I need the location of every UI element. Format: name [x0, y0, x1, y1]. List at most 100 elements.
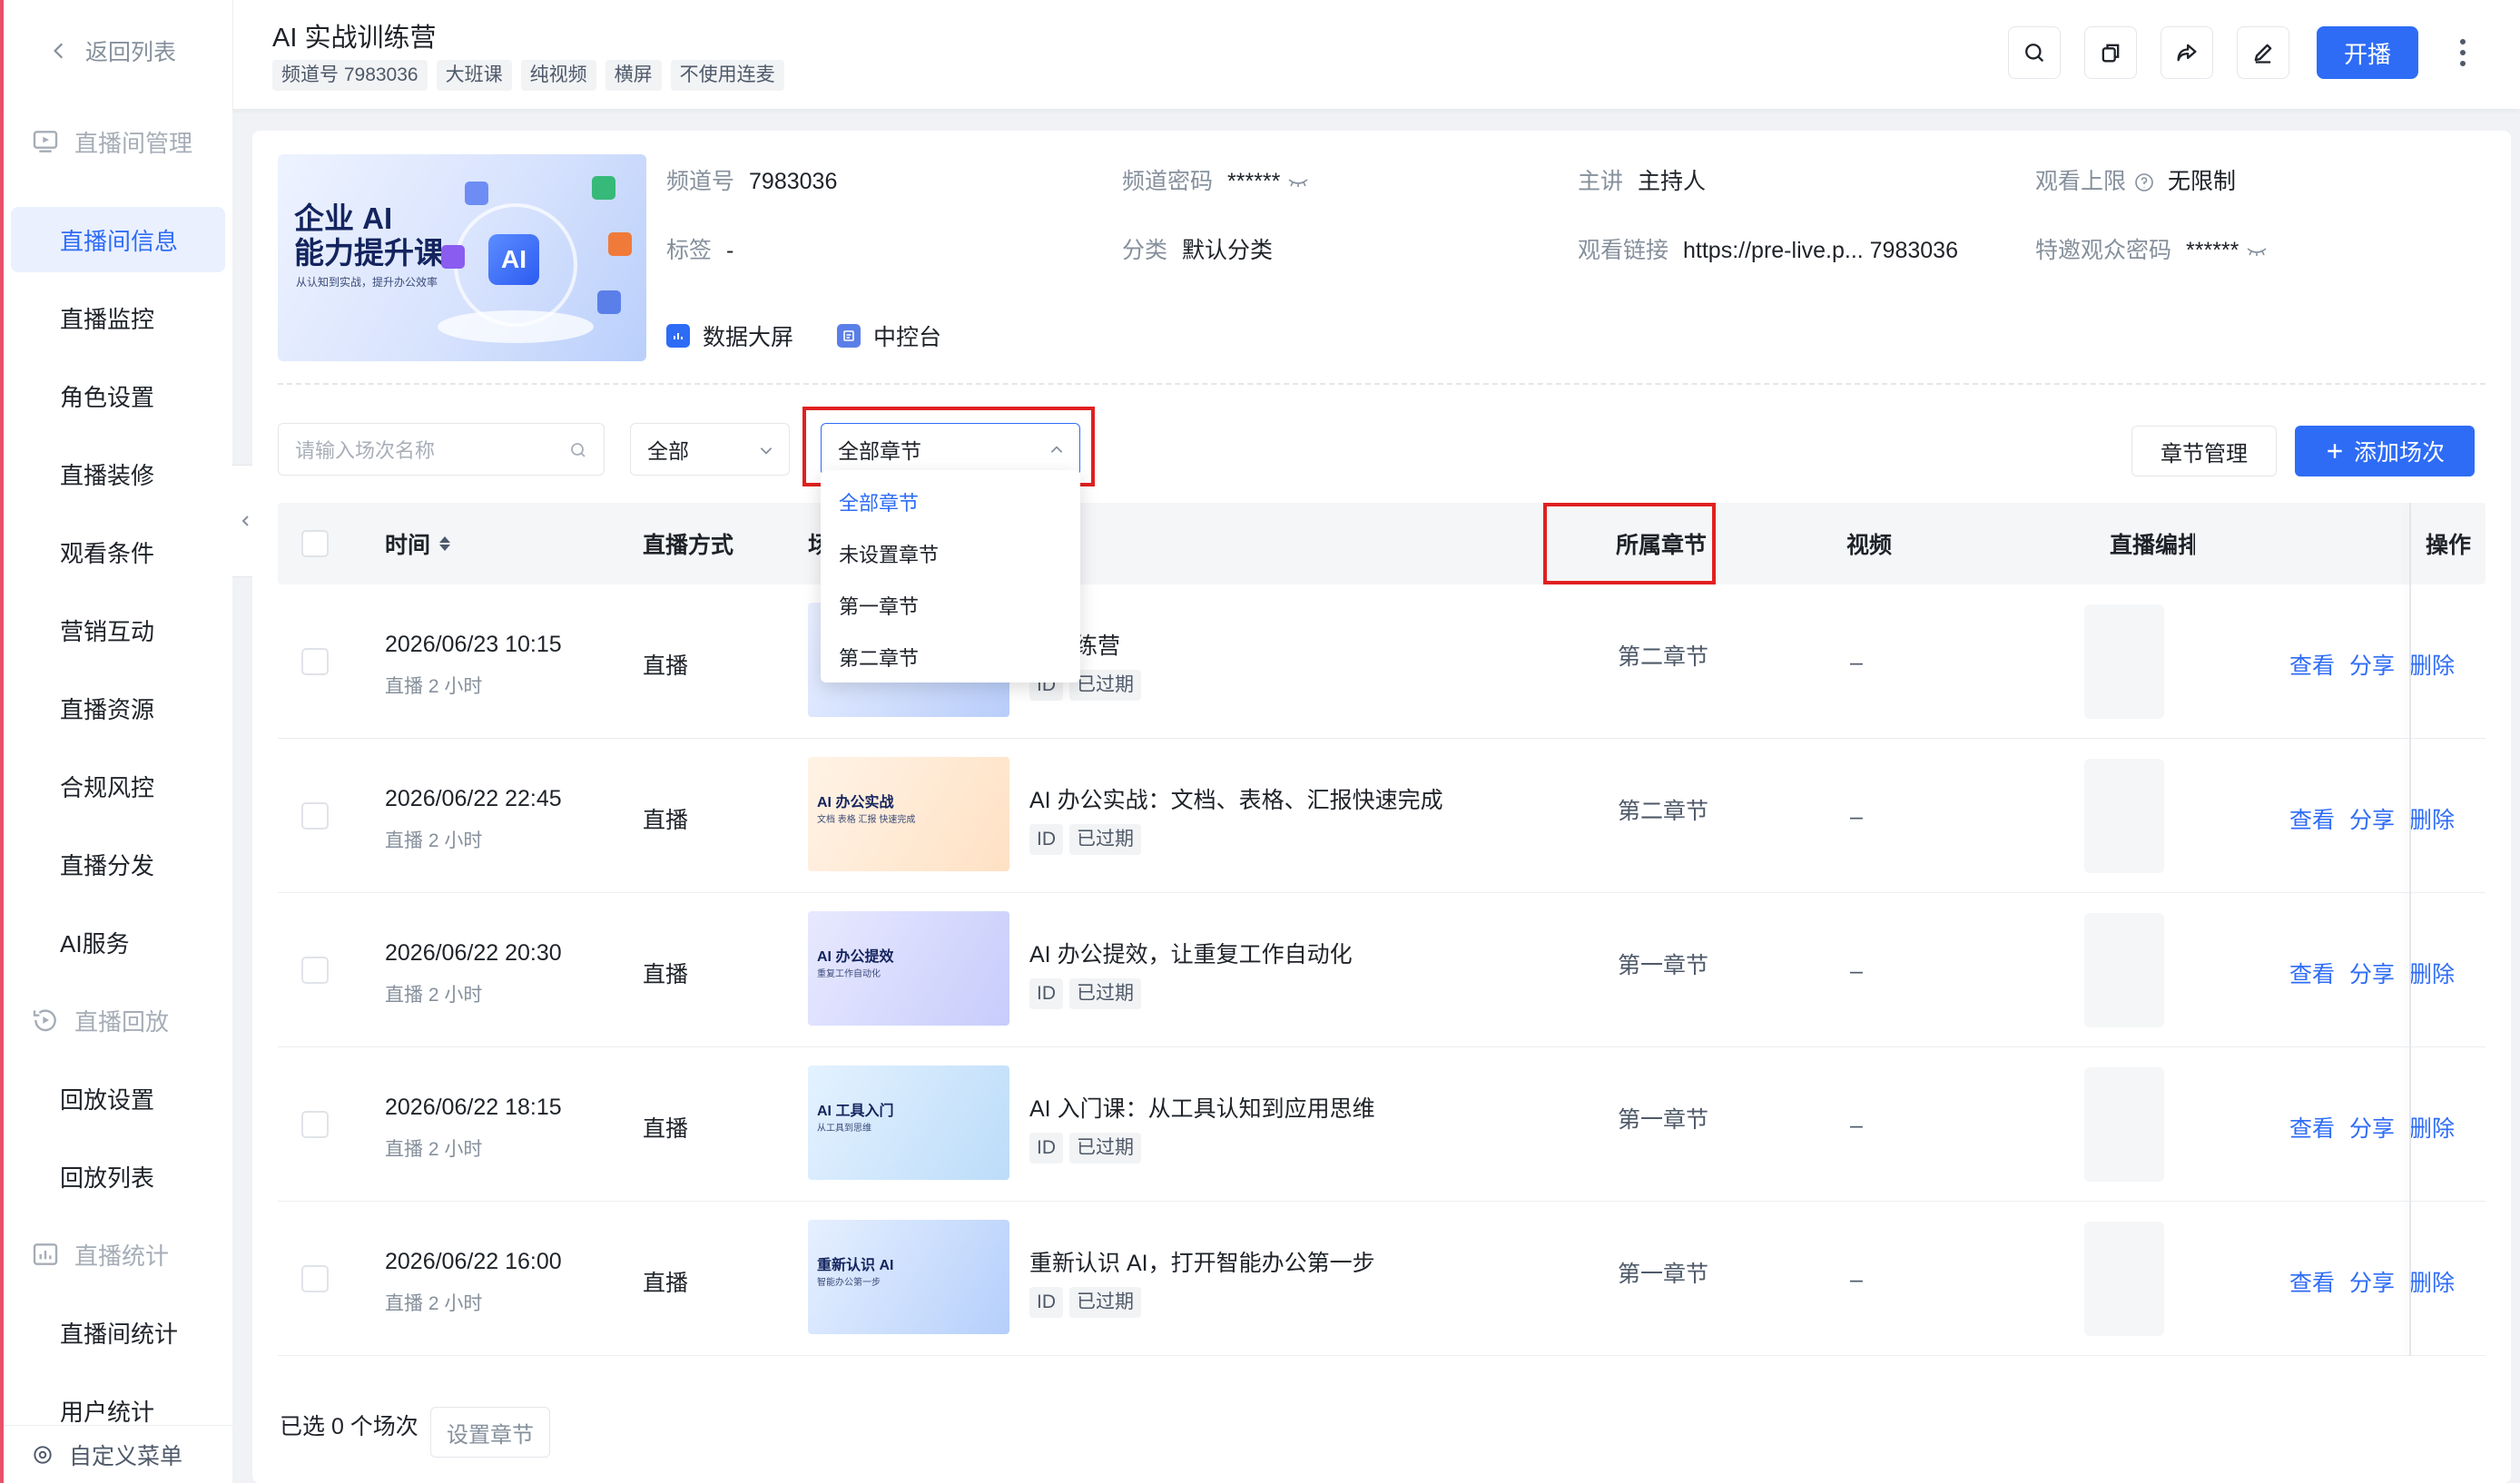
delete-link[interactable]: 删除	[2409, 802, 2455, 835]
delete-link[interactable]: 删除	[2409, 648, 2455, 681]
table-row: 2026/06/22 22:45 直播 2 小时 直播 AI 办公实战 文档 表…	[278, 739, 2486, 893]
row-title: AI 办公实战：文档、表格、汇报快速完成	[1029, 788, 1443, 813]
sort-icon[interactable]	[439, 536, 451, 551]
watch-link[interactable]: https://pre-live.p... 7983036	[1683, 238, 1958, 263]
share-link[interactable]: 分享	[2349, 802, 2395, 835]
sidebar-item-compliance[interactable]: 合规风控	[4, 753, 232, 819]
sidebar-group-statistics[interactable]: 直播统计	[4, 1222, 232, 1287]
dropdown-option-unset[interactable]: 未设置章节	[821, 527, 1080, 579]
tag-class-type: 大班课	[436, 60, 512, 91]
tag-mic: 不使用连麦	[670, 60, 784, 91]
data-screen-button[interactable]: 数据大屏	[666, 319, 793, 352]
dropdown-option-all[interactable]: 全部章节	[821, 476, 1080, 527]
sidebar-item-room-stats[interactable]: 直播间统计	[4, 1300, 232, 1365]
sidebar-item-distribution[interactable]: 直播分发	[4, 831, 232, 897]
delete-link[interactable]: 删除	[2409, 1265, 2455, 1298]
chapter-select[interactable]: 全部章节	[821, 423, 1080, 476]
sidebar-item-replay-settings[interactable]: 回放设置	[4, 1066, 232, 1131]
view-link[interactable]: 查看	[2289, 802, 2335, 835]
chapter-dropdown: 全部章节 未设置章节 第一章节 第二章节	[821, 470, 1080, 683]
id-badge[interactable]: ID	[1029, 1287, 1063, 1318]
info-password: 频道密码 ******	[1122, 163, 1309, 196]
id-badge[interactable]: ID	[1029, 1133, 1063, 1164]
more-menu-icon[interactable]	[2449, 31, 2476, 74]
chapter-manage-button[interactable]: 章节管理	[2131, 426, 2277, 476]
console-button[interactable]: 中控台	[837, 319, 941, 352]
start-live-button[interactable]: 开播	[2317, 26, 2418, 79]
row-chapter: 第一章节	[1618, 1262, 1709, 1287]
delete-link[interactable]: 删除	[2409, 957, 2455, 989]
sidebar-group-live-room[interactable]: 直播间管理	[4, 109, 232, 174]
console-label: 中控台	[873, 325, 942, 350]
sidebar-item-ai-service[interactable]: AI服务	[4, 909, 232, 975]
custom-menu-button[interactable]: 自定义菜单	[4, 1425, 232, 1483]
dropdown-option-chapter-2[interactable]: 第二章节	[821, 631, 1080, 683]
row-checkbox[interactable]	[301, 957, 329, 984]
sidebar-item-roles[interactable]: 角色设置	[4, 363, 232, 428]
table-row: 2026/06/22 20:30 直播 2 小时 直播 AI 办公提效 重复工作…	[278, 893, 2486, 1047]
view-link[interactable]: 查看	[2289, 648, 2335, 681]
sidebar-item-marketing[interactable]: 营销互动	[4, 597, 232, 663]
eye-closed-icon[interactable]	[1287, 177, 1309, 188]
chart-icon	[33, 1243, 58, 1265]
delete-link[interactable]: 删除	[2409, 1111, 2455, 1144]
sidebar: 直播间管理 直播间信息 直播监控 角色设置 直播装修 观看条件 营销互动 直播资…	[4, 109, 232, 1483]
share-link[interactable]: 分享	[2349, 957, 2395, 989]
copy-button[interactable]	[2084, 26, 2137, 79]
edit-button[interactable]	[2237, 26, 2289, 79]
fixed-column-shadow	[2409, 503, 2411, 1356]
dropdown-option-chapter-1[interactable]: 第一章节	[821, 579, 1080, 631]
session-search-input[interactable]: 请输入场次名称	[278, 423, 605, 476]
add-session-button[interactable]: 添加场次	[2295, 426, 2475, 476]
eye-closed-icon[interactable]	[2246, 246, 2268, 257]
share-link[interactable]: 分享	[2349, 1265, 2395, 1298]
row-duration: 直播 2 小时	[385, 1293, 483, 1314]
sidebar-item-monitor[interactable]: 直播监控	[4, 285, 232, 350]
back-to-list-link[interactable]: 返回列表	[49, 34, 176, 67]
row-time: 2026/06/22 20:30	[385, 940, 562, 966]
row-video: –	[1850, 958, 1863, 984]
cover-title: 企业 AI 能力提升课	[294, 201, 444, 270]
share-link[interactable]: 分享	[2349, 648, 2395, 681]
sidebar-item-replay-list[interactable]: 回放列表	[4, 1144, 232, 1209]
info-category: 分类 默认分类	[1122, 238, 1274, 263]
chevron-left-icon	[241, 516, 249, 526]
selection-summary: 已选 0 个场次	[280, 1414, 418, 1439]
row-time: 2026/06/22 18:15	[385, 1095, 562, 1120]
bar-chart-icon	[666, 324, 690, 348]
id-badge[interactable]: ID	[1029, 824, 1063, 855]
view-link[interactable]: 查看	[2289, 1265, 2335, 1298]
row-checkbox[interactable]	[301, 1265, 329, 1292]
search-button[interactable]	[2008, 26, 2061, 79]
sidebar-item-decoration[interactable]: 直播装修	[4, 441, 232, 506]
view-link[interactable]: 查看	[2289, 957, 2335, 989]
help-icon[interactable]	[2133, 172, 2155, 193]
row-video: –	[1850, 804, 1863, 830]
sidebar-group-replay[interactable]: 直播回放	[4, 987, 232, 1053]
share-link[interactable]: 分享	[2349, 1111, 2395, 1144]
row-editor-cell	[2084, 604, 2164, 719]
row-checkbox[interactable]	[301, 802, 329, 830]
cover-ai-badge: AI	[488, 234, 539, 285]
sidebar-item-resources[interactable]: 直播资源	[4, 675, 232, 741]
row-actions: 查看 分享 删除	[2289, 648, 2455, 681]
id-badge[interactable]: ID	[1029, 978, 1063, 1009]
row-time: 2026/06/23 10:15	[385, 632, 562, 657]
row-video: –	[1850, 650, 1863, 675]
screen-play-icon	[33, 131, 58, 152]
row-duration: 直播 2 小时	[385, 676, 483, 697]
set-chapter-button[interactable]: 设置章节	[430, 1407, 550, 1458]
type-select[interactable]: 全部	[630, 423, 790, 476]
row-editor-cell	[2084, 1067, 2164, 1182]
row-checkbox[interactable]	[301, 648, 329, 675]
search-icon	[2025, 44, 2044, 63]
share-button[interactable]	[2161, 26, 2213, 79]
view-link[interactable]: 查看	[2289, 1111, 2335, 1144]
sidebar-item-watch-conditions[interactable]: 观看条件	[4, 519, 232, 584]
select-all-checkbox[interactable]	[301, 530, 329, 557]
sidebar-item-live-info[interactable]: 直播间信息	[11, 207, 225, 272]
row-mode: 直播	[643, 653, 689, 679]
header-time[interactable]: 时间	[385, 503, 451, 584]
sidebar-group-label: 直播间管理	[74, 129, 193, 157]
row-checkbox[interactable]	[301, 1111, 329, 1138]
